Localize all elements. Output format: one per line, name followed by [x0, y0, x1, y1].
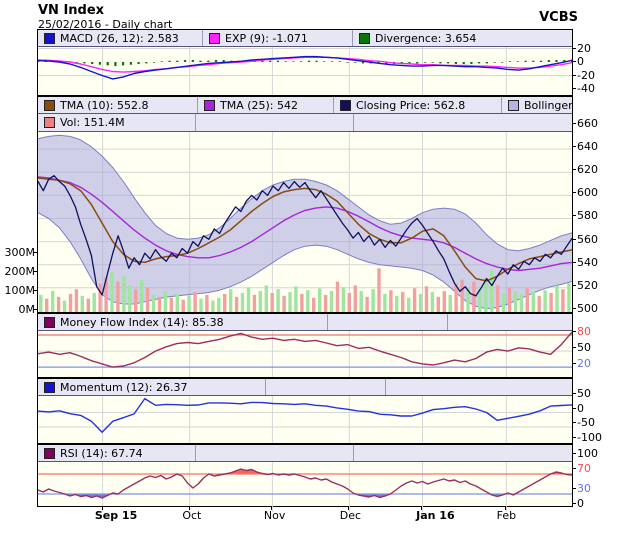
macd-plot — [38, 47, 572, 95]
legend-cell: TMA (25): 542 — [198, 97, 334, 113]
legend-label: TMA (10): 552.8 — [60, 98, 149, 112]
page-root: VN Index 25/02/2016 - Daily chart VCBS M… — [0, 0, 620, 535]
macd-legend-row: MACD (26, 12): 2.583 EXP (9): -1.071 Diver… — [38, 30, 572, 47]
legend-label: Divergence: 3.654 — [375, 31, 477, 45]
axis-label: 30 — [577, 482, 591, 495]
volume-legend-row: Vol: 151.4M — [38, 114, 572, 132]
axis-label: 80 — [577, 325, 591, 338]
legend-label: Closing Price: 562.8 — [356, 98, 466, 112]
legend-cell — [328, 314, 448, 330]
legend-cell: EXP (9): -1.071 — [203, 30, 353, 46]
legend-cell — [196, 114, 354, 131]
legend-label: MACD (26, 12): 2.583 — [60, 31, 179, 45]
chart-frame: MACD (26, 12): 2.583 EXP (9): -1.071 Diver… — [37, 29, 573, 512]
legend-swatch-icon — [44, 117, 55, 128]
mfi-chart — [38, 331, 572, 377]
legend-cell — [354, 114, 572, 131]
axis-label: 520 — [577, 278, 598, 292]
axis-label: -20 — [577, 68, 595, 82]
legend-cell — [354, 445, 572, 461]
legend-swatch-icon — [359, 32, 370, 44]
legend-swatch-icon — [209, 32, 220, 44]
legend-label: Bollinger (20, 2): 525.5 - 567.6 — [524, 98, 572, 112]
axis-label: 600 — [577, 186, 598, 200]
rsi-plot — [38, 462, 572, 512]
macd-chart — [38, 47, 572, 95]
legend-swatch-icon — [44, 99, 55, 111]
axis-label: 580 — [577, 209, 598, 223]
price-plot — [38, 132, 572, 312]
legend-swatch-icon — [44, 447, 55, 459]
legend-cell: Divergence: 3.654 — [353, 30, 572, 46]
brand-logo: VCBS — [539, 10, 578, 25]
legend-label: Money Flow Index (14): 85.38 — [60, 315, 224, 329]
legend-label: TMA (25): 542 — [220, 98, 299, 112]
legend-label: RSI (14): 67.74 — [60, 446, 143, 460]
legend-cell: Closing Price: 562.8 — [334, 97, 502, 113]
legend-cell: Bollinger (20, 2): 525.5 - 567.6 — [502, 97, 572, 113]
mfi-plot — [38, 331, 572, 377]
axis-label: -50 — [577, 416, 595, 429]
legend-cell: Momentum (12): 26.37 — [38, 379, 266, 395]
legend-cell — [266, 379, 386, 395]
axis-label: 50 — [577, 387, 591, 400]
legend-cell: MACD (26, 12): 2.583 — [38, 30, 203, 46]
price-legend-row: TMA (10): 552.8 TMA (25): 542 Closing Pric… — [38, 97, 572, 114]
axis-label: 200M — [4, 265, 36, 278]
axis-label: 0 — [577, 497, 584, 510]
legend-cell: RSI (14): 67.74 — [38, 445, 196, 461]
axis-label: 20 — [577, 357, 591, 371]
legend-label: Vol: 151.4M — [60, 116, 125, 129]
legend-label: EXP (9): -1.071 — [225, 31, 308, 45]
axis-label: 560 — [577, 232, 598, 246]
legend-cell — [386, 379, 572, 395]
axis-label: 0 — [577, 55, 584, 68]
axis-label: 100M — [4, 284, 36, 297]
axis-label: 640 — [577, 140, 598, 154]
axis-label: 540 — [577, 255, 598, 269]
axis-label: -40 — [577, 82, 595, 95]
axis-label: -100 — [577, 430, 602, 444]
axis-label: 500 — [577, 301, 598, 315]
legend-cell — [448, 314, 572, 330]
axis-label: 100 — [577, 447, 598, 460]
legend-swatch-icon — [340, 99, 351, 111]
legend-swatch-icon — [44, 32, 55, 44]
momentum-plot — [38, 396, 572, 443]
legend-swatch-icon — [204, 99, 215, 111]
legend-cell — [196, 445, 354, 461]
axis-label: 620 — [577, 163, 598, 177]
price-chart — [38, 132, 572, 312]
page-title: VN Index — [38, 3, 105, 18]
momentum-legend-row: Momentum (12): 26.37 — [38, 379, 572, 396]
axis-label: 0 — [577, 401, 584, 415]
momentum-chart — [38, 396, 572, 443]
rsi-legend-row: RSI (14): 67.74 — [38, 445, 572, 462]
legend-cell: TMA (10): 552.8 — [38, 97, 198, 113]
axis-label: 300M — [4, 246, 36, 259]
axis-label: 660 — [577, 117, 598, 130]
legend-label: Momentum (12): 26.37 — [60, 380, 188, 394]
legend-swatch-icon — [44, 316, 55, 328]
legend-swatch-icon — [44, 381, 55, 393]
legend-swatch-icon — [508, 99, 519, 111]
axis-label: 50 — [577, 341, 591, 355]
axis-label: 20 — [577, 41, 591, 55]
axis-label: 70 — [577, 462, 591, 475]
mfi-legend-row: Money Flow Index (14): 85.38 — [38, 314, 572, 331]
rsi-chart — [38, 462, 572, 512]
axis-label: 0M — [18, 303, 36, 316]
legend-cell: Vol: 151.4M — [38, 114, 196, 131]
legend-cell: Money Flow Index (14): 85.38 — [38, 314, 328, 330]
